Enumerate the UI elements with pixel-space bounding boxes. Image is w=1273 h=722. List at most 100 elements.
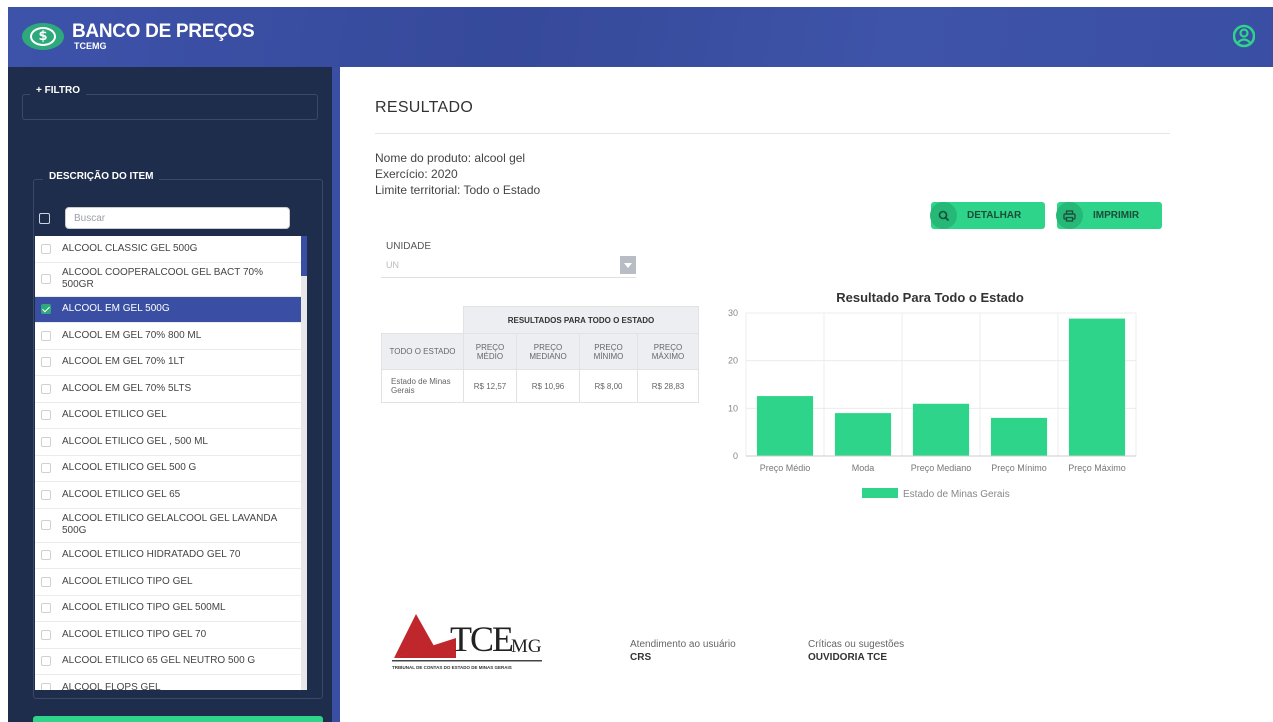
scrollbar-thumb[interactable]: [301, 236, 307, 276]
item-checkbox[interactable]: [41, 629, 51, 640]
product-name: Nome do produto: alcool gel: [375, 151, 526, 165]
user-icon[interactable]: [1233, 24, 1255, 48]
item-description-title: DESCRIÇÃO DO ITEM: [43, 171, 160, 182]
item-checkbox[interactable]: [41, 304, 51, 315]
list-item[interactable]: ALCOOL ETILICO HIDRATADO GEL 70: [35, 543, 301, 569]
chevron-down-icon[interactable]: [620, 256, 636, 274]
list-item[interactable]: ALCOOL EM GEL 70% 5LTS: [35, 376, 301, 403]
tce-logo: TCE MG TRIBUNAL DE CONTAS DO ESTADO DE M…: [392, 612, 552, 681]
tce-logo-suffix: MG: [511, 636, 542, 657]
list-scrollbar[interactable]: [301, 236, 307, 690]
item-checkbox[interactable]: [41, 243, 51, 254]
list-item[interactable]: ALCOOL ETILICO GEL: [35, 403, 301, 429]
filter-panel[interactable]: [22, 94, 318, 120]
item-checkbox[interactable]: [41, 603, 51, 614]
item-checkbox[interactable]: [41, 410, 51, 421]
page-title: RESULTADO: [375, 99, 474, 116]
search-input[interactable]: [65, 207, 290, 229]
col-header-min: PREÇO MÍNIMO: [579, 333, 638, 370]
item-checkbox[interactable]: [41, 330, 51, 341]
list-item[interactable]: ALCOOL ETILICO GEL 65: [35, 482, 301, 509]
cell-mean: R$ 12,57: [463, 369, 517, 403]
tce-logo-caption: TRIBUNAL DE CONTAS DO ESTADO DE MINAS GE…: [392, 665, 512, 670]
y-tick-label: 20: [728, 356, 738, 366]
sidebar: + FILTRO DESCRIÇÃO DO ITEM ALCOOL CLASSI…: [8, 67, 332, 722]
filter-toggle[interactable]: + FILTRO: [30, 85, 86, 96]
item-label: ALCOOL ETILICO GEL 500 G: [62, 462, 197, 474]
list-item[interactable]: ALCOOL ETILICO GEL 500 G: [35, 456, 301, 482]
feedback-label: Críticas ou sugestões: [808, 639, 905, 650]
item-checkbox[interactable]: [41, 682, 51, 690]
col-header-max: PREÇO MÁXIMO: [637, 333, 699, 370]
app-title: BANCO DE PREÇOS: [72, 21, 255, 42]
item-label: ALCOOL ETILICO GEL 65: [62, 488, 181, 500]
chart-bar: [1068, 318, 1126, 456]
list-item[interactable]: ALCOOL ETILICO GEL , 500 ML: [35, 429, 301, 456]
item-label: ALCOOL CLASSIC GEL 500G: [62, 242, 198, 254]
legend-label: Estado de Minas Gerais: [903, 489, 1010, 500]
sidebar-action-button[interactable]: [33, 716, 323, 722]
feedback-link[interactable]: OUVIDORIA TCE: [808, 652, 887, 663]
y-tick-label: 30: [728, 308, 738, 318]
list-item[interactable]: ALCOOL ETILICO TIPO GEL 70: [35, 622, 301, 649]
item-list: ALCOOL CLASSIC GEL 500G ALCOOL COOPERALCO…: [35, 236, 301, 690]
support-label: Atendimento ao usuário: [630, 639, 736, 650]
item-label: ALCOOL EM GEL 500G: [62, 303, 170, 315]
list-item[interactable]: ALCOOL ETILICO TIPO GEL: [35, 569, 301, 596]
dollar-logo-icon[interactable]: $: [22, 23, 64, 50]
col-header-state: TODO O ESTADO: [381, 333, 464, 370]
item-label: ALCOOL ETILICO GEL , 500 ML: [62, 435, 208, 447]
x-tick-label: Preço Mediano: [911, 463, 972, 473]
tce-logo-text: TCE: [450, 619, 514, 659]
list-item[interactable]: ALCOOL EM GEL 70% 800 ML: [35, 323, 301, 350]
item-label: ALCOOL ETILICO GELALCOOL GEL LAVANDA 500…: [62, 513, 277, 536]
item-checkbox[interactable]: [41, 576, 51, 587]
item-label: ALCOOL ETILICO TIPO GEL: [62, 575, 193, 587]
item-checkbox[interactable]: [41, 656, 51, 667]
results-table: RESULTADOS PARA TODO O ESTADO TODO O EST…: [381, 306, 699, 403]
item-label: ALCOOL ETILICO TIPO GEL 70: [62, 628, 207, 640]
list-item[interactable]: ALCOOL EM GEL 500G: [35, 296, 301, 323]
item-label: ALCOOL EM GEL 70% 800 ML: [62, 329, 202, 341]
list-item[interactable]: ALCOOL FLOPS GEL: [35, 675, 301, 690]
cell-min: R$ 8,00: [579, 369, 638, 403]
x-tick-label: Preço Máximo: [1068, 463, 1126, 473]
bar-chart: 0 10 20 30 Preço Médio Moda Preço Mediano Preço…: [728, 308, 1137, 500]
row-label: Estado de Minas Gerais: [381, 369, 464, 403]
item-label: ALCOOL ETILICO 65 GEL NEUTRO 500 G: [62, 655, 256, 667]
print-button[interactable]: IMPRIMIR: [1056, 202, 1162, 229]
item-label: ALCOOL ETILICO HIDRATADO GEL 70: [62, 549, 241, 561]
sidebar-edge: [332, 67, 340, 722]
chart-bar: [756, 396, 814, 456]
item-checkbox[interactable]: [41, 489, 51, 500]
x-tick-label: Preço Mínimo: [991, 463, 1047, 473]
item-label: ALCOOL EM GEL 70% 5LTS: [62, 382, 192, 394]
list-item[interactable]: ALCOOL COOPERALCOOL GEL BACT 70% 500GR: [35, 263, 301, 297]
list-item[interactable]: ALCOOL CLASSIC GEL 500G: [35, 236, 301, 263]
list-item[interactable]: ALCOOL ETILICO TIPO GEL 500ML: [35, 596, 301, 622]
item-checkbox[interactable]: [41, 463, 51, 474]
item-checkbox[interactable]: [41, 436, 51, 447]
select-all-checkbox[interactable]: [39, 213, 50, 224]
item-checkbox[interactable]: [41, 520, 51, 530]
exercise-year: Exercício: 2020: [375, 167, 458, 181]
item-label: ALCOOL EM GEL 70% 1LT: [62, 356, 185, 368]
unit-select[interactable]: UN: [381, 254, 636, 278]
item-checkbox[interactable]: [41, 383, 51, 394]
detail-button[interactable]: DETALHAR: [930, 202, 1045, 229]
legend-swatch: [862, 488, 898, 498]
territory-limit: Limite territorial: Todo o Estado: [375, 183, 541, 197]
y-tick-label: 0: [733, 451, 738, 461]
unit-value: UN: [386, 260, 399, 270]
list-item[interactable]: ALCOOL ETILICO GELALCOOL GEL LAVANDA 500…: [35, 509, 301, 543]
list-item[interactable]: ALCOOL ETILICO 65 GEL NEUTRO 500 G: [35, 649, 301, 675]
item-label: ALCOOL ETILICO TIPO GEL 500ML: [62, 602, 226, 614]
support-link[interactable]: CRS: [630, 652, 651, 663]
item-label: ALCOOL ETILICO GEL: [62, 409, 167, 421]
list-item[interactable]: ALCOOL EM GEL 70% 1LT: [35, 350, 301, 376]
item-checkbox[interactable]: [41, 274, 51, 284]
chart-bar: [912, 403, 970, 456]
title-divider: [375, 133, 1170, 134]
item-checkbox[interactable]: [41, 550, 51, 561]
item-checkbox[interactable]: [41, 357, 51, 368]
